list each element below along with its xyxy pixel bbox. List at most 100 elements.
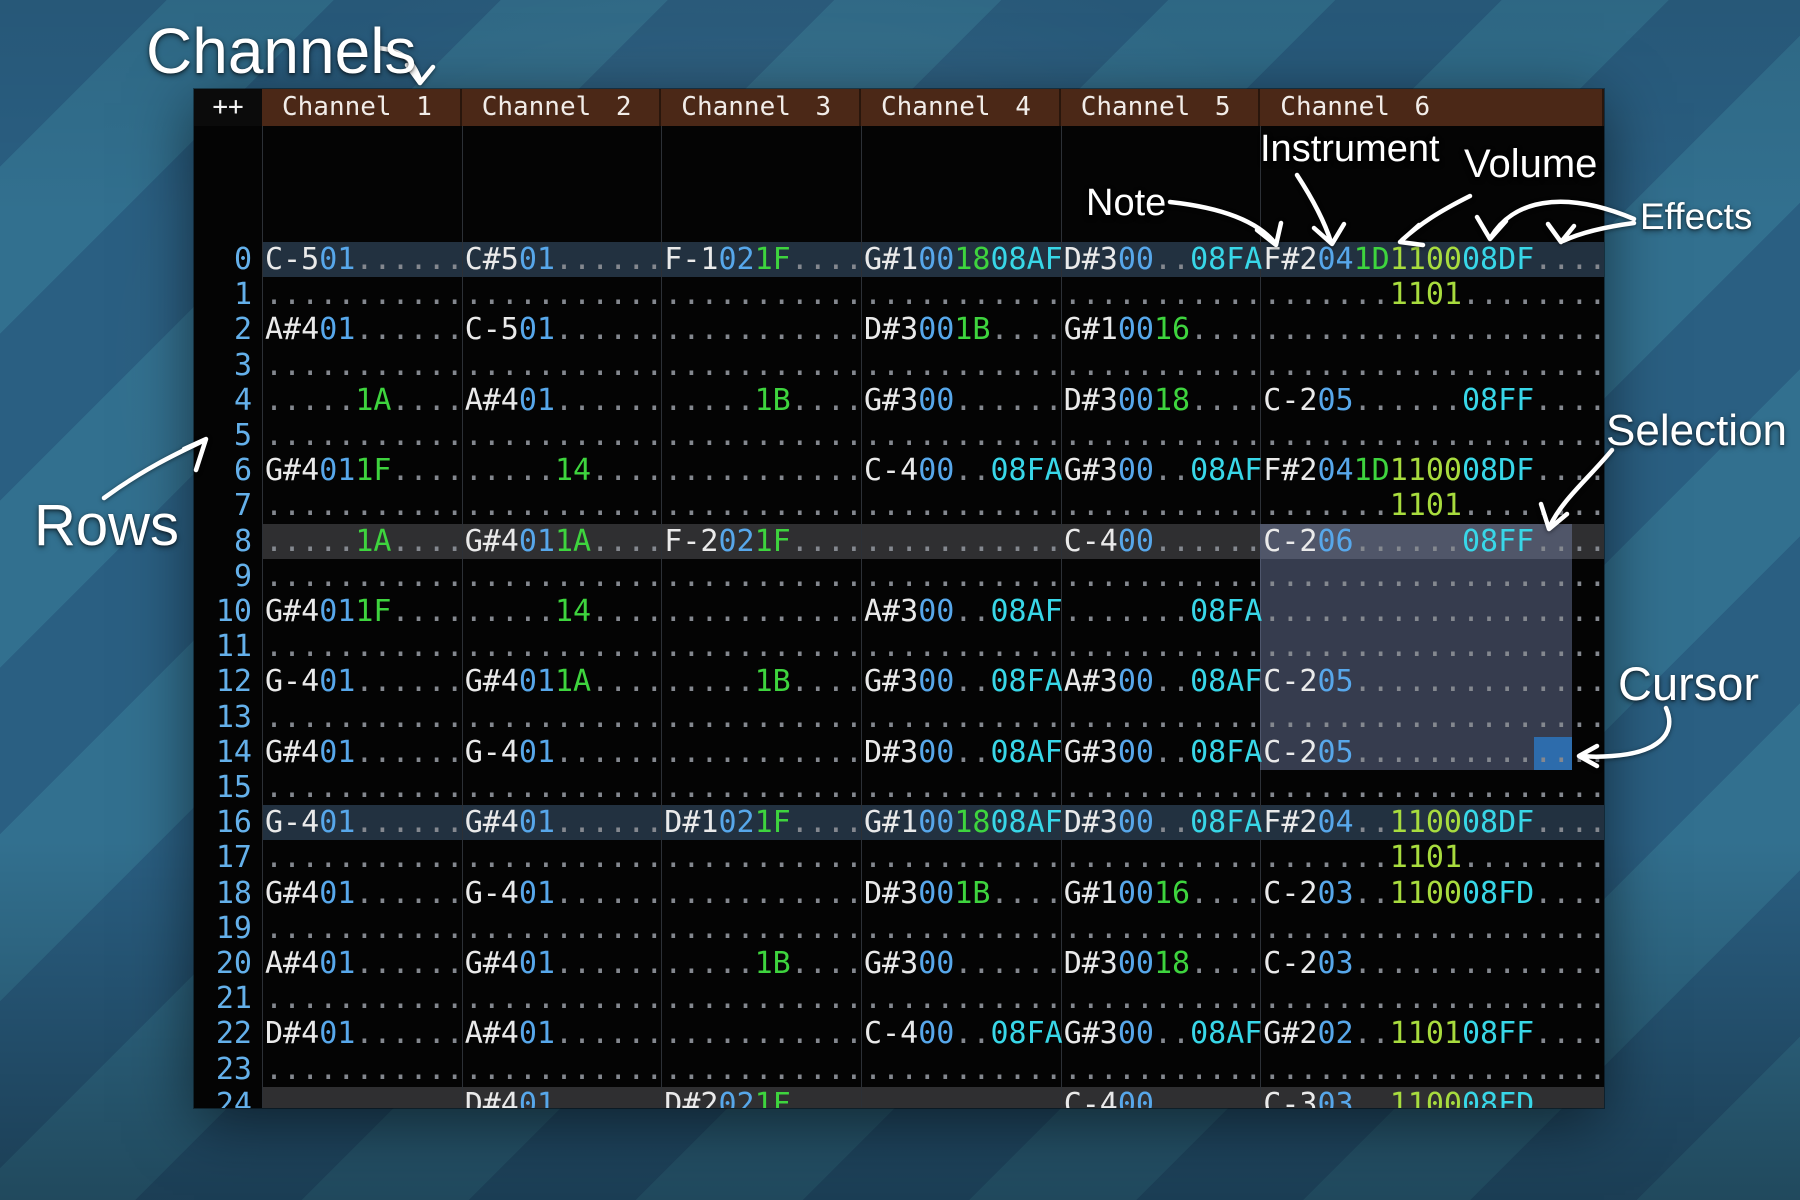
effect-field[interactable]: .. (1534, 594, 1570, 629)
instrument-field[interactable]: 00 (1118, 1016, 1154, 1051)
effect-value-field[interactable]: .. (428, 488, 464, 523)
effect-value-field[interactable]: .. (1498, 418, 1534, 453)
note-field[interactable]: C-5 (465, 312, 519, 347)
effect-value-field[interactable]: .. (827, 876, 863, 911)
effect-field[interactable]: 08 (1462, 242, 1498, 277)
note-field[interactable]: ... (1064, 488, 1118, 523)
note-field[interactable]: G#3 (864, 946, 918, 981)
instrument-field[interactable]: .. (718, 770, 754, 805)
effect-value-field[interactable]: .. (428, 770, 464, 805)
volume-field[interactable]: .. (755, 488, 791, 523)
note-field[interactable]: ... (1064, 770, 1118, 805)
note-field[interactable]: C-2 (1263, 735, 1317, 770)
pattern-cell[interactable]: ........... (465, 700, 664, 735)
volume-field[interactable]: .. (355, 664, 391, 699)
pattern-cell[interactable]: .....14.... (465, 453, 664, 488)
pattern-cell[interactable]: G-401...... (465, 876, 664, 911)
volume-field[interactable]: .. (355, 770, 391, 805)
instrument-field[interactable]: 00 (918, 805, 954, 840)
effect-field[interactable]: .. (1462, 277, 1498, 312)
volume-field[interactable]: .. (555, 629, 591, 664)
note-field[interactable]: ... (864, 277, 918, 312)
effect-value-field[interactable]: .. (428, 911, 464, 946)
effect-value-field[interactable]: .. (1570, 946, 1604, 981)
note-field[interactable]: ... (664, 911, 718, 946)
effect-field[interactable]: 08 (990, 664, 1026, 699)
effect-value-field[interactable]: .. (1570, 876, 1604, 911)
volume-field[interactable]: .. (1154, 1087, 1190, 1108)
pattern-cell[interactable]: ........... (664, 348, 863, 383)
effect-value-field[interactable]: .. (1226, 700, 1262, 735)
pattern-cell[interactable]: G#300..08FA (1064, 735, 1263, 770)
pattern-cell[interactable]: ........... (864, 1052, 1063, 1087)
effect-value-field[interactable]: FF (1498, 524, 1534, 559)
volume-field[interactable]: .. (355, 981, 391, 1016)
volume-field[interactable]: .. (755, 735, 791, 770)
instrument-field[interactable]: 02 (718, 242, 754, 277)
effect-value-field[interactable]: 01 (1426, 840, 1462, 875)
instrument-field[interactable]: .. (319, 911, 355, 946)
volume-field[interactable]: .. (755, 876, 791, 911)
note-field[interactable]: ... (265, 629, 319, 664)
effect-value-field[interactable]: AF (1027, 805, 1063, 840)
volume-field[interactable]: .. (555, 911, 591, 946)
note-field[interactable]: G#4 (465, 524, 519, 559)
note-field[interactable]: ... (864, 559, 918, 594)
effect-field[interactable]: .. (391, 348, 427, 383)
effect-value-field[interactable]: .. (627, 242, 663, 277)
instrument-field[interactable]: .. (319, 770, 355, 805)
volume-field[interactable]: .. (954, 1052, 990, 1087)
effect-field[interactable]: 08 (990, 594, 1026, 629)
instrument-field[interactable]: .. (1317, 312, 1353, 347)
instrument-field[interactable]: .. (718, 594, 754, 629)
pattern-cell[interactable]: ........... (265, 1052, 464, 1087)
pattern-cell[interactable]: ................... (1263, 559, 1604, 594)
effect-value-field[interactable]: .. (627, 1052, 663, 1087)
effect-field[interactable]: .. (591, 348, 627, 383)
effect-value-field[interactable]: .. (1570, 911, 1604, 946)
effect-field[interactable]: .. (1534, 735, 1570, 770)
note-field[interactable]: ... (1263, 348, 1317, 383)
effect-value-field[interactable]: .. (1498, 1052, 1534, 1087)
pattern-cell[interactable]: F#2041D110008DF.... (1263, 453, 1604, 488)
effect-field[interactable]: .. (1534, 524, 1570, 559)
effect-value-field[interactable]: .. (1426, 1052, 1462, 1087)
volume-field[interactable]: .. (355, 735, 391, 770)
effect-field[interactable]: .. (1390, 735, 1426, 770)
effect-field[interactable]: .. (1462, 735, 1498, 770)
note-field[interactable]: C-4 (1064, 1087, 1118, 1108)
effect-value-field[interactable]: .. (1426, 559, 1462, 594)
pattern-cell[interactable]: G#4011A.... (465, 524, 664, 559)
pattern-cell[interactable]: ................... (1263, 981, 1604, 1016)
effect-field[interactable]: .. (791, 348, 827, 383)
pattern-cell[interactable]: ........... (465, 629, 664, 664)
instrument-field[interactable]: .. (718, 453, 754, 488)
instrument-field[interactable]: .. (718, 418, 754, 453)
volume-field[interactable]: .. (1354, 805, 1390, 840)
volume-field[interactable]: 1A (355, 524, 391, 559)
effect-field[interactable]: .. (391, 735, 427, 770)
pattern-cell[interactable]: A#300..08AF (1064, 664, 1263, 699)
effect-field[interactable]: .. (1190, 418, 1226, 453)
instrument-field[interactable]: 02 (718, 524, 754, 559)
pattern-cell[interactable]: .....1A.... (265, 383, 464, 418)
effect-field[interactable]: .. (1190, 911, 1226, 946)
instrument-field[interactable]: .. (1317, 594, 1353, 629)
effect-value-field[interactable]: .. (428, 453, 464, 488)
note-field[interactable]: ... (1064, 700, 1118, 735)
instrument-field[interactable]: .. (918, 418, 954, 453)
effect-field[interactable]: .. (391, 911, 427, 946)
instrument-field[interactable]: 01 (519, 1087, 555, 1108)
effect-field[interactable]: .. (1190, 876, 1226, 911)
pattern-cell[interactable]: .....1B.... (664, 946, 863, 981)
effect-field[interactable]: .. (591, 594, 627, 629)
note-field[interactable]: A#4 (265, 312, 319, 347)
instrument-field[interactable]: .. (1118, 629, 1154, 664)
effect-field[interactable]: .. (391, 629, 427, 664)
note-field[interactable]: ... (664, 946, 718, 981)
effect-value-field[interactable]: .. (428, 594, 464, 629)
volume-field[interactable]: .. (755, 348, 791, 383)
pattern-cell[interactable]: .......08FA (1064, 594, 1263, 629)
volume-field[interactable]: .. (1154, 1016, 1190, 1051)
effect-field[interactable]: .. (591, 911, 627, 946)
